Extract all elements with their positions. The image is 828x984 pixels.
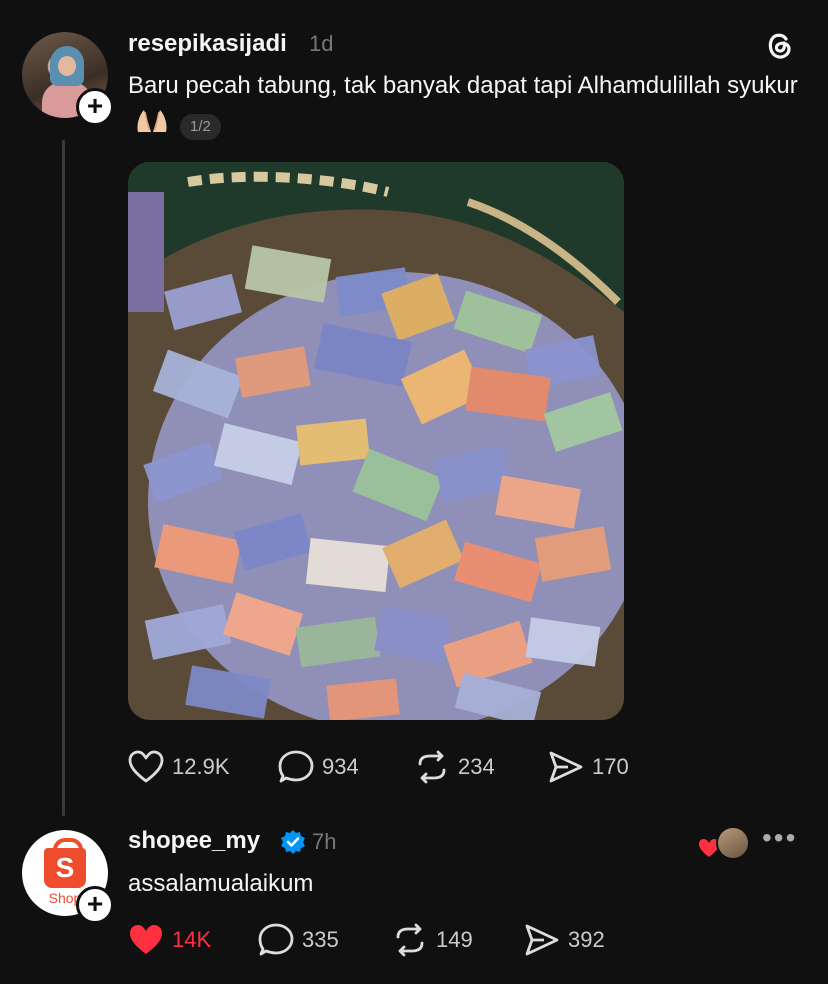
repost-count: 149 [436, 927, 473, 952]
post-actions: 12.9K 934 234 170 [128, 750, 648, 790]
post-username[interactable]: shopee_my [128, 827, 260, 855]
comment-button[interactable]: 934 [278, 750, 359, 784]
repost-button[interactable]: 234 [414, 750, 495, 784]
post-image[interactable] [128, 162, 624, 720]
threads-logo-icon[interactable] [762, 28, 796, 62]
comment-count: 335 [302, 927, 339, 952]
post-actions: 14K 335 149 392 [128, 923, 628, 963]
heart-icon [130, 925, 162, 954]
money-pile-photo [128, 162, 624, 720]
comment-icon [258, 923, 294, 956]
repost-icon [396, 923, 424, 957]
verified-badge-icon [281, 830, 305, 854]
repost-button[interactable]: 149 [392, 923, 473, 957]
share-count: 392 [568, 927, 605, 952]
praying-hands-icon [134, 106, 170, 147]
follow-plus-icon[interactable]: + [76, 886, 114, 924]
like-count: 12.9K [172, 754, 230, 779]
post-username[interactable]: resepikasijadi [128, 30, 287, 58]
share-button[interactable]: 170 [548, 750, 629, 784]
send-icon [549, 751, 583, 783]
like-button[interactable]: 12.9K [128, 750, 230, 784]
share-count: 170 [592, 754, 629, 779]
comment-button[interactable]: 335 [258, 923, 339, 957]
reactor-avatar[interactable] [716, 826, 750, 860]
like-count: 14K [172, 927, 212, 952]
post-time: 1d [309, 31, 334, 56]
like-button[interactable]: 14K [128, 923, 211, 957]
post-body-text: assalamualaikum [128, 870, 314, 897]
share-button[interactable]: 392 [524, 923, 605, 957]
more-dots-icon[interactable]: ••• [762, 822, 797, 854]
avatar-figure [58, 56, 76, 76]
repost-icon [418, 750, 446, 784]
post-body-text: Baru pecah tabung, tak banyak dapat tapi… [128, 72, 798, 99]
media-page-indicator: 1/2 [180, 113, 221, 140]
comment-count: 934 [322, 754, 359, 779]
heart-icon [128, 750, 164, 783]
follow-plus-icon[interactable]: + [76, 88, 114, 126]
thread-connector-line [62, 140, 65, 816]
shopee-logo-letter: S [55, 852, 75, 883]
post-text: Baru pecah tabung, tak banyak dapat tapi… [128, 66, 818, 147]
comment-icon [278, 750, 314, 783]
post-time: 7h [312, 829, 337, 854]
send-icon [525, 924, 559, 956]
repost-count: 234 [458, 754, 495, 779]
